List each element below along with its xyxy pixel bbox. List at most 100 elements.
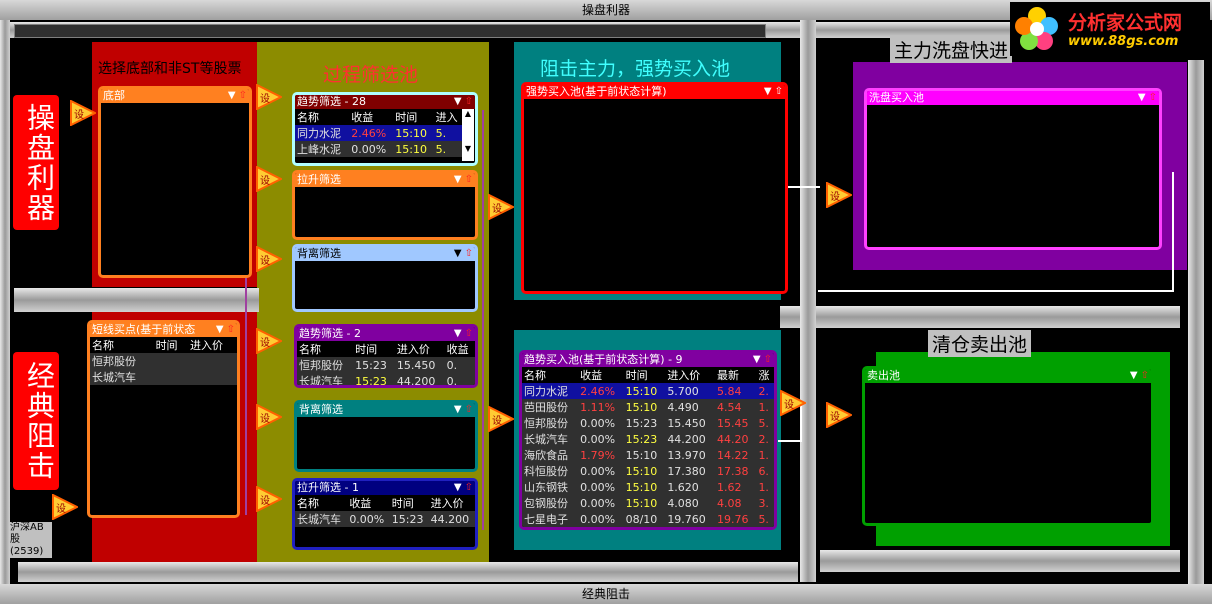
node-flag-5[interactable]: 设: [256, 245, 284, 275]
node-flag-4[interactable]: 设: [256, 165, 284, 195]
dropdown-icon[interactable]: ▼: [454, 174, 462, 185]
dropdown-icon[interactable]: ▼: [1138, 92, 1146, 103]
table-row[interactable]: 包钢股份 0.00% 15:10 4.080 4.08 3.: [522, 495, 774, 511]
node-flag-7[interactable]: 设: [256, 403, 284, 433]
flower-logo-icon: [1015, 7, 1058, 50]
dropdown-icon[interactable]: ▼: [1130, 370, 1138, 381]
up-arrow-icon[interactable]: ⇧: [465, 96, 473, 107]
window-controls[interactable]: ▼ ⇧: [454, 327, 473, 341]
up-arrow-icon[interactable]: ⇧: [465, 248, 473, 259]
table-row[interactable]: 上峰水泥 0.00% 15:10 5.: [295, 141, 463, 157]
window-trend-buy[interactable]: 趋势买入池(基于前状态计算) - 9 ▼ ⇧ 名称 收益 时间 进入价 最新涨 同力水泥 2.…: [519, 350, 777, 530]
up-arrow-icon[interactable]: ⇧: [775, 86, 783, 97]
table-row[interactable]: 恒邦股份 0.00% 15:23 15.450 15.45 5.: [522, 415, 774, 431]
window-strong-buy-header[interactable]: 强势买入池(基于前状态计算) ▼ ⇧: [524, 85, 785, 99]
window-controls[interactable]: ▼ ⇧: [215, 323, 235, 337]
window-trend1[interactable]: 趋势筛选 - 28 ▼ ⇧ 名称 收益 时间 进入 同力水泥 2.46% 15:10 5. 上峰…: [292, 92, 478, 166]
node-flag-9[interactable]: 设: [488, 193, 516, 223]
table-row[interactable]: 同力水泥 2.46% 15:10 5.700 5.84 2.: [522, 383, 774, 399]
window-pull2[interactable]: 拉升筛选 - 1 ▼ ⇧ 名称 收益 时间 进入价 长城汽车 0.00% 15:23 44.20…: [292, 478, 478, 550]
dropdown-icon[interactable]: ▼: [454, 248, 462, 259]
node-flag-11[interactable]: 设: [826, 181, 854, 211]
window-strong-buy[interactable]: 强势买入池(基于前状态计算) ▼ ⇧: [521, 82, 788, 294]
center-vscroll[interactable]: [800, 20, 816, 582]
table-row[interactable]: 长城汽车 0.00% 15:23 44.200 44.20 2.: [522, 431, 774, 447]
node-flag-3[interactable]: 设: [256, 83, 284, 113]
window-controls[interactable]: ▼ ⇧: [1138, 91, 1157, 105]
right-vscroll[interactable]: [1188, 60, 1204, 584]
node-flag-10[interactable]: 设: [488, 405, 516, 435]
window-bottom[interactable]: 底部 ▼ ⇧: [98, 86, 252, 278]
dropdown-icon[interactable]: ▼: [454, 482, 462, 493]
up-arrow-icon[interactable]: ⇧: [227, 324, 235, 335]
scroll-up-icon[interactable]: ▲: [462, 109, 474, 118]
window-controls[interactable]: ▼ ⇧: [454, 481, 473, 495]
table-row[interactable]: 海欣食品 1.79% 15:10 13.970 14.22 1.: [522, 447, 774, 463]
node-flag-12[interactable]: 设: [780, 389, 808, 419]
table-row[interactable]: 科恒股份 0.00% 15:10 17.380 17.38 6.: [522, 463, 774, 479]
window-short-buy-header[interactable]: 短线买点(基于前状态 ▼ ⇧: [90, 323, 237, 337]
window-controls[interactable]: ▼ ⇧: [764, 85, 783, 99]
window-trend2[interactable]: 趋势筛选 - 2 ▼ ⇧ 名称 时间 进入价 收益 恒邦股份 15:23 15.450 0. 长…: [294, 324, 478, 388]
window-controls[interactable]: ▼ ⇧: [753, 353, 772, 367]
table-row[interactable]: 芭田股份 1.11% 15:10 4.490 4.54 1.: [522, 399, 774, 415]
window-diverge1[interactable]: 背离筛选 ▼ ⇧: [292, 244, 478, 312]
left-vscroll[interactable]: [0, 20, 10, 584]
table-row[interactable]: 恒邦股份 15:23 15.450 0.: [297, 357, 475, 373]
window-diverge1-header[interactable]: 背离筛选 ▼ ⇧: [295, 247, 475, 261]
table-row[interactable]: 山东钢铁 0.00% 15:10 1.620 1.62 1.: [522, 479, 774, 495]
logo-url: www.88gs.com: [1068, 34, 1179, 49]
table-row[interactable]: 恒邦股份: [90, 353, 237, 369]
left-separator: [14, 288, 259, 312]
up-arrow-icon[interactable]: ⇧: [239, 90, 247, 101]
window-trend2-header[interactable]: 趋势筛选 - 2 ▼ ⇧: [297, 327, 475, 341]
window-short-buy[interactable]: 短线买点(基于前状态 ▼ ⇧ 名称 时间 进入价 恒邦股份 长城汽车: [87, 320, 240, 518]
node-flag-6[interactable]: 设: [256, 327, 284, 357]
window-sell-pool-header[interactable]: 卖出池 ▼ ⇧: [865, 369, 1151, 383]
dropdown-icon[interactable]: ▼: [753, 354, 761, 365]
up-arrow-icon[interactable]: ⇧: [465, 482, 473, 493]
window-trend1-header[interactable]: 趋势筛选 - 28 ▼ ⇧: [295, 95, 475, 109]
bottom-separator: [18, 562, 798, 582]
window-controls[interactable]: ▼ ⇧: [454, 95, 473, 109]
up-arrow-icon[interactable]: ⇧: [1149, 92, 1157, 103]
dropdown-icon[interactable]: ▼: [228, 90, 236, 101]
dropdown-icon[interactable]: ▼: [216, 324, 224, 335]
table-row[interactable]: 七星电子 0.00% 08/10 19.760 19.76 5.: [522, 511, 774, 527]
up-arrow-icon[interactable]: ⇧: [465, 404, 473, 415]
window-pull1-header[interactable]: 拉升筛选 ▼ ⇧: [295, 173, 475, 187]
window-wash-buy[interactable]: 洗盘买入池 ▼ ⇧: [864, 88, 1162, 250]
window-diverge2[interactable]: 背离筛选 ▼ ⇧: [294, 400, 478, 472]
window-trend-buy-header[interactable]: 趋势买入池(基于前状态计算) - 9 ▼ ⇧: [522, 353, 774, 367]
window-controls[interactable]: ▼ ⇧: [1130, 369, 1149, 383]
scroll-down-icon[interactable]: ▼: [462, 144, 474, 153]
window-bottom-header[interactable]: 底部 ▼ ⇧: [101, 89, 249, 103]
node-flag-13[interactable]: 设: [826, 401, 854, 431]
window-pull2-header[interactable]: 拉升筛选 - 1 ▼ ⇧: [295, 481, 475, 495]
window-controls[interactable]: ▼ ⇧: [454, 403, 473, 417]
up-arrow-icon[interactable]: ⇧: [1141, 370, 1149, 381]
up-arrow-icon[interactable]: ⇧: [465, 328, 473, 339]
window-diverge2-header[interactable]: 背离筛选 ▼ ⇧: [297, 403, 475, 417]
up-arrow-icon[interactable]: ⇧: [764, 354, 772, 365]
table-row[interactable]: 长城汽车 0.00% 15:23 44.200: [295, 511, 475, 527]
node-flag-8[interactable]: 设: [256, 485, 284, 515]
table-row[interactable]: 长城汽车: [90, 369, 237, 385]
window-wash-buy-header[interactable]: 洗盘买入池 ▼ ⇧: [867, 91, 1159, 105]
window-controls[interactable]: ▼ ⇧: [454, 247, 473, 261]
dropdown-icon[interactable]: ▼: [454, 328, 462, 339]
up-arrow-icon[interactable]: ⇧: [465, 174, 473, 185]
trend1-scrollbar[interactable]: ▲ ▼: [462, 109, 474, 161]
table-row[interactable]: 长城汽车 15:23 44.200 0.: [297, 373, 475, 385]
dropdown-icon[interactable]: ▼: [764, 86, 772, 97]
window-controls[interactable]: ▼ ⇧: [454, 173, 473, 187]
window-sell-pool[interactable]: 卖出池 ▼ ⇧: [862, 366, 1154, 526]
table-row[interactable]: 同力水泥 2.46% 15:10 5.: [295, 125, 463, 141]
dropdown-icon[interactable]: ▼: [454, 404, 462, 415]
pull2-table: 名称 收益 时间 进入价 长城汽车 0.00% 15:23 44.200: [295, 495, 475, 527]
window-pull1[interactable]: 拉升筛选 ▼ ⇧: [292, 170, 478, 240]
node-flag-2[interactable]: 设: [52, 493, 80, 523]
dropdown-icon[interactable]: ▼: [454, 96, 462, 107]
node-flag-1[interactable]: 设: [70, 99, 98, 129]
window-controls[interactable]: ▼ ⇧: [228, 89, 247, 103]
